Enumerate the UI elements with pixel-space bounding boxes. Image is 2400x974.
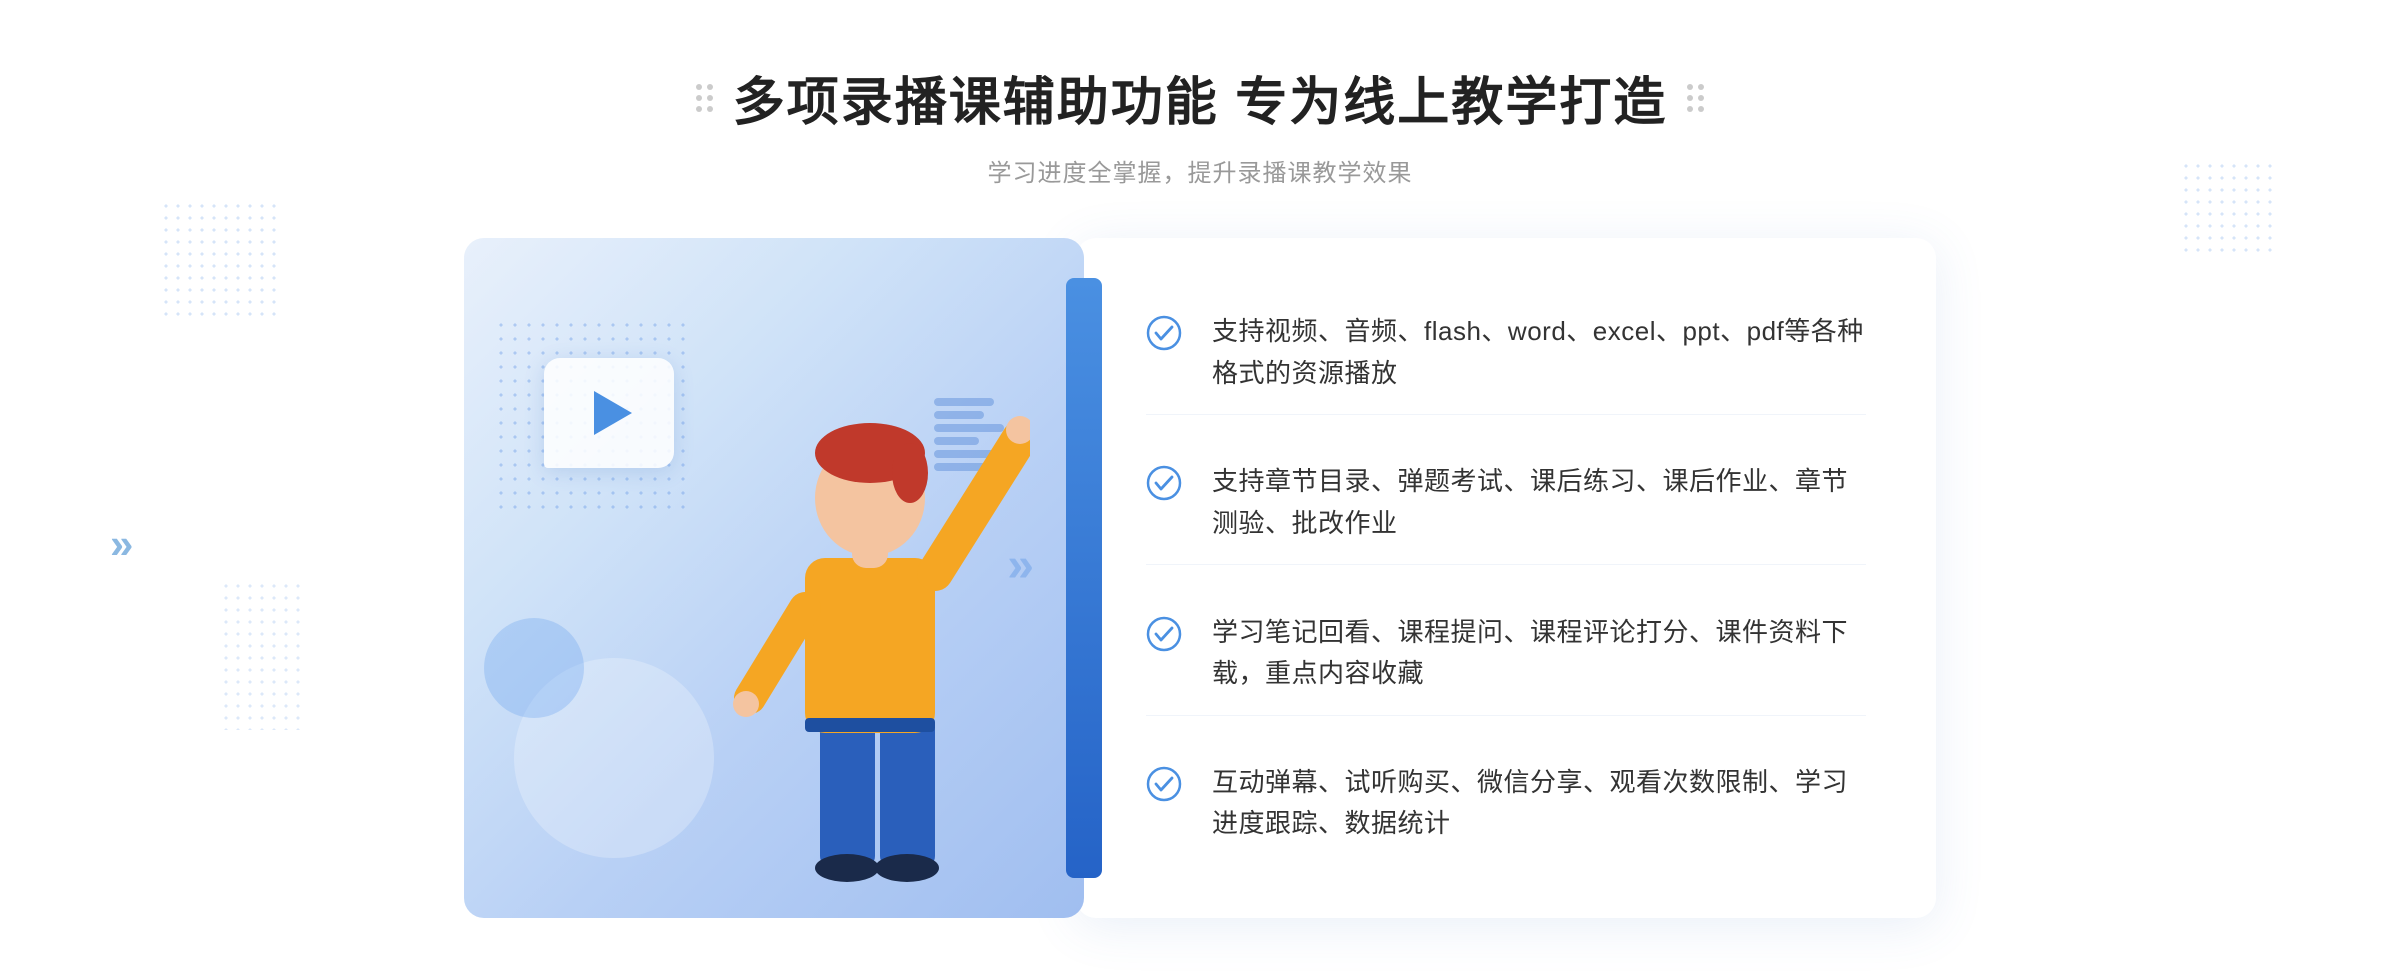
features-panel: 支持视频、音频、flash、word、excel、ppt、pdf等各种格式的资源… [1076,238,1936,918]
check-icon-1 [1146,315,1182,351]
feature-item-3: 学习笔记回看、课程提问、课程评论打分、课件资料下载，重点内容收藏 [1146,592,1866,716]
play-triangle-icon [594,391,632,435]
illus-circle-small [484,618,584,718]
human-figure [710,358,1030,918]
feature-text-4: 互动弹幕、试听购买、微信分享、观看次数限制、学习进度跟踪、数据统计 [1212,762,1866,845]
check-icon-3 [1146,616,1182,652]
feature-text-2: 支持章节目录、弹题考试、课后练习、课后作业、章节测验、批改作业 [1212,461,1866,544]
title-row: 多项录播课辅助功能 专为线上教学打造 [696,60,1704,135]
main-title: 多项录播课辅助功能 专为线上教学打造 [733,60,1667,135]
play-bubble [544,358,674,468]
sub-title: 学习进度全掌握，提升录播课教学效果 [696,153,1704,188]
feature-item-1: 支持视频、音频、flash、word、excel、ppt、pdf等各种格式的资源… [1146,291,1866,415]
left-dots-icon [696,84,713,112]
bg-dots-left2 [220,580,300,730]
bg-dots-right [2180,160,2280,260]
check-icon-2 [1146,465,1182,501]
bg-dots-left [160,200,280,320]
feature-text-3: 学习笔记回看、课程提问、课程评论打分、课件资料下载，重点内容收藏 [1212,612,1866,695]
blue-bar [1066,278,1102,878]
content-section: » [400,238,2000,918]
chevron-left-icon: » [110,520,133,568]
feature-text-1: 支持视频、音频、flash、word、excel、ppt、pdf等各种格式的资源… [1212,311,1866,394]
illustration-panel: » [464,238,1084,918]
page-container: » 多项录播课辅助功能 专为线上教学打造 学习进度全掌握，提升录播课教学效果 [0,0,2400,974]
check-icon-4 [1146,766,1182,802]
header-section: 多项录播课辅助功能 专为线上教学打造 学习进度全掌握，提升录播课教学效果 [696,60,1704,188]
feature-item-4: 互动弹幕、试听购买、微信分享、观看次数限制、学习进度跟踪、数据统计 [1146,742,1866,865]
feature-item-2: 支持章节目录、弹题考试、课后练习、课后作业、章节测验、批改作业 [1146,441,1866,565]
right-dots-icon [1687,84,1704,112]
